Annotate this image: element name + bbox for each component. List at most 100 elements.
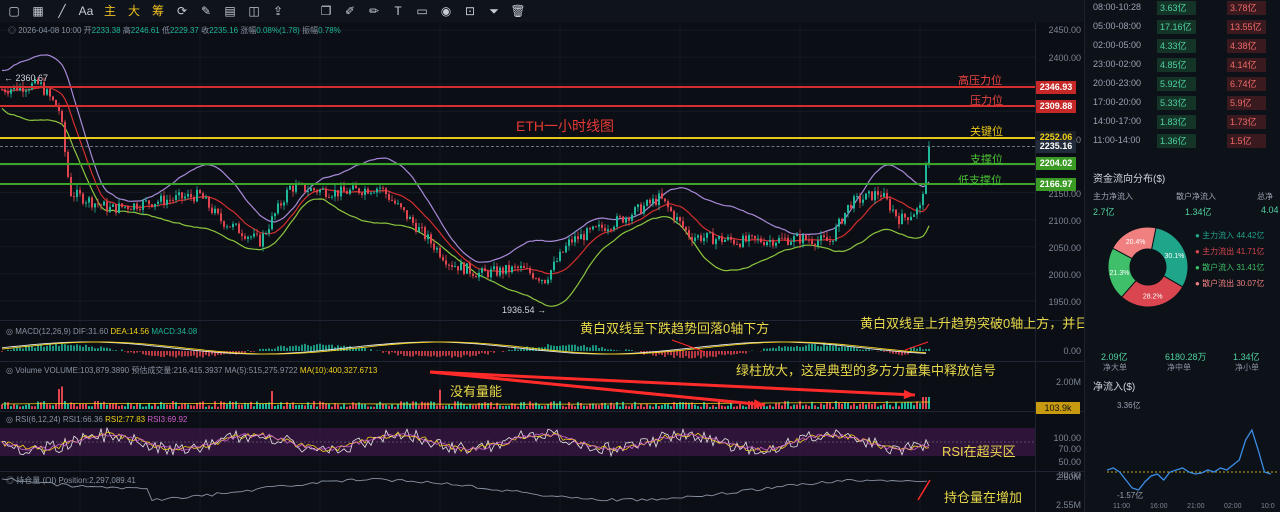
flow-inflow: 3.63亿 bbox=[1157, 1, 1196, 15]
chat-icon[interactable]: ▭ bbox=[414, 3, 430, 19]
big-button[interactable]: 大 bbox=[126, 3, 142, 19]
flow-row[interactable]: 17:00-20:00 5.33亿 5.9亿 bbox=[1085, 95, 1280, 111]
chip-button[interactable]: 筹 bbox=[150, 3, 166, 19]
pie-slice-label: 28.2% bbox=[1143, 294, 1163, 301]
volume-bar bbox=[574, 406, 576, 409]
volume-bar bbox=[454, 401, 456, 409]
volume-bar bbox=[442, 405, 444, 409]
macd-bar bbox=[76, 344, 78, 351]
candlestick-chart[interactable] bbox=[0, 22, 1035, 512]
macd-bar bbox=[409, 351, 411, 357]
macd-settings-icon[interactable]: ◎ bbox=[6, 327, 13, 336]
macd-bar bbox=[358, 347, 360, 351]
flow-row[interactable]: 14:00-17:00 1.83亿 1.73亿 bbox=[1085, 114, 1280, 130]
volume-bar bbox=[727, 405, 729, 409]
volume-bar bbox=[133, 406, 135, 409]
flow-row[interactable]: 05:00-08:00 17.16亿 13.55亿 bbox=[1085, 19, 1280, 35]
rsi-settings-icon[interactable]: ◎ bbox=[6, 415, 13, 424]
eye-icon[interactable]: ◉ bbox=[438, 3, 454, 19]
square-icon[interactable]: ▢ bbox=[6, 3, 22, 19]
candle-body bbox=[901, 213, 903, 225]
settings-dot-icon[interactable]: ◎ bbox=[8, 26, 16, 35]
macd-bar bbox=[709, 351, 711, 357]
flow-row[interactable]: 08:00-10:28 3.63亿 3.78亿 bbox=[1085, 0, 1280, 16]
volume-bar bbox=[808, 405, 810, 409]
candle-body bbox=[544, 279, 546, 284]
macd-bar bbox=[811, 343, 813, 351]
volume-bar bbox=[664, 404, 666, 409]
macd-bar bbox=[415, 351, 417, 355]
rotate-icon[interactable]: ⟳ bbox=[174, 3, 190, 19]
text-tool-icon[interactable]: Aa bbox=[78, 3, 94, 19]
oi-axis-tick: 2.60M bbox=[1055, 472, 1081, 482]
volume-bar bbox=[868, 402, 870, 409]
dist-total-value: 4.04 bbox=[1261, 205, 1279, 215]
level-tag-support: 2204.02 bbox=[1036, 157, 1076, 170]
flow-row[interactable]: 23:00-02:00 4.85亿 4.14亿 bbox=[1085, 57, 1280, 73]
edit-icon[interactable]: ✎ bbox=[198, 3, 214, 19]
flow-row[interactable]: 20:00-23:00 5.92亿 6.74亿 bbox=[1085, 76, 1280, 92]
macd-bar bbox=[580, 345, 582, 351]
macd-bar bbox=[424, 351, 426, 356]
flow-row[interactable]: 02:00-05:00 4.33亿 4.38亿 bbox=[1085, 38, 1280, 54]
macd-bar bbox=[97, 348, 99, 351]
screenshot-icon[interactable]: ◫ bbox=[246, 3, 262, 19]
macd-bar bbox=[67, 345, 69, 351]
volume-bar bbox=[829, 402, 831, 409]
pane-divider bbox=[0, 411, 1084, 412]
volume-bar bbox=[427, 402, 429, 409]
macd-bar bbox=[523, 348, 525, 351]
grid-icon[interactable]: ▦ bbox=[30, 3, 46, 19]
candle-body bbox=[94, 203, 96, 208]
volume-bar bbox=[388, 405, 390, 409]
volume-bar bbox=[535, 402, 537, 409]
candle-body bbox=[859, 196, 861, 203]
candle-body bbox=[568, 239, 570, 246]
candle-body bbox=[172, 199, 174, 201]
main-button[interactable]: 主 bbox=[102, 3, 118, 19]
copy-icon[interactable]: ❐ bbox=[318, 3, 334, 19]
macd-bar bbox=[289, 346, 291, 351]
layout-icon[interactable]: ▤ bbox=[222, 3, 238, 19]
volume-settings-icon[interactable]: ◎ bbox=[6, 366, 13, 375]
volume-current-tag: 103.9k bbox=[1036, 402, 1080, 414]
rsi-axis-tick: 100.00 bbox=[1053, 433, 1081, 443]
candle-body bbox=[310, 188, 312, 191]
macd-bar bbox=[175, 351, 177, 358]
macd-bar bbox=[439, 351, 441, 357]
candle-body bbox=[541, 279, 543, 281]
macd-bar bbox=[124, 351, 126, 352]
volume-bar bbox=[724, 406, 726, 409]
price-tick: 2450.00 bbox=[1048, 25, 1081, 35]
volume-bar bbox=[379, 401, 381, 409]
candle-body bbox=[781, 237, 783, 239]
trash-icon[interactable]: 🗑 bbox=[510, 3, 526, 19]
line-tool-icon[interactable]: ╱ bbox=[54, 3, 70, 19]
candle-body bbox=[634, 207, 636, 215]
macd-bar bbox=[274, 348, 276, 351]
share-icon[interactable]: ⇪ bbox=[270, 3, 286, 19]
macd-bar bbox=[73, 345, 75, 351]
flow-row[interactable]: 11:00-14:00 1.36亿 1.5亿 bbox=[1085, 133, 1280, 149]
pen-icon[interactable]: ✐ bbox=[342, 3, 358, 19]
volume-bar bbox=[31, 406, 33, 409]
volume-bar bbox=[667, 404, 669, 409]
volume-bar bbox=[157, 406, 159, 409]
candle-body bbox=[136, 203, 138, 210]
rsi-axis-tick: 70.00 bbox=[1058, 444, 1081, 454]
brush-icon[interactable]: ✏ bbox=[366, 3, 382, 19]
oi-settings-icon[interactable]: ◎ bbox=[6, 476, 14, 485]
filter-icon[interactable]: ⏷ bbox=[486, 3, 502, 19]
volume-bar bbox=[817, 406, 819, 409]
candle-body bbox=[247, 236, 249, 239]
lock-icon[interactable]: ⊡ bbox=[462, 3, 478, 19]
candle-body bbox=[208, 197, 210, 208]
macd-bar bbox=[445, 351, 447, 357]
macd-bar bbox=[640, 351, 642, 353]
candle-body bbox=[187, 193, 189, 197]
candle-body bbox=[847, 204, 849, 213]
text-icon[interactable]: T bbox=[390, 3, 406, 19]
volume-bar bbox=[460, 402, 462, 409]
macd-bar bbox=[565, 345, 567, 351]
pie-legend-item: ● 主力流入 44.42亿 bbox=[1195, 231, 1265, 240]
